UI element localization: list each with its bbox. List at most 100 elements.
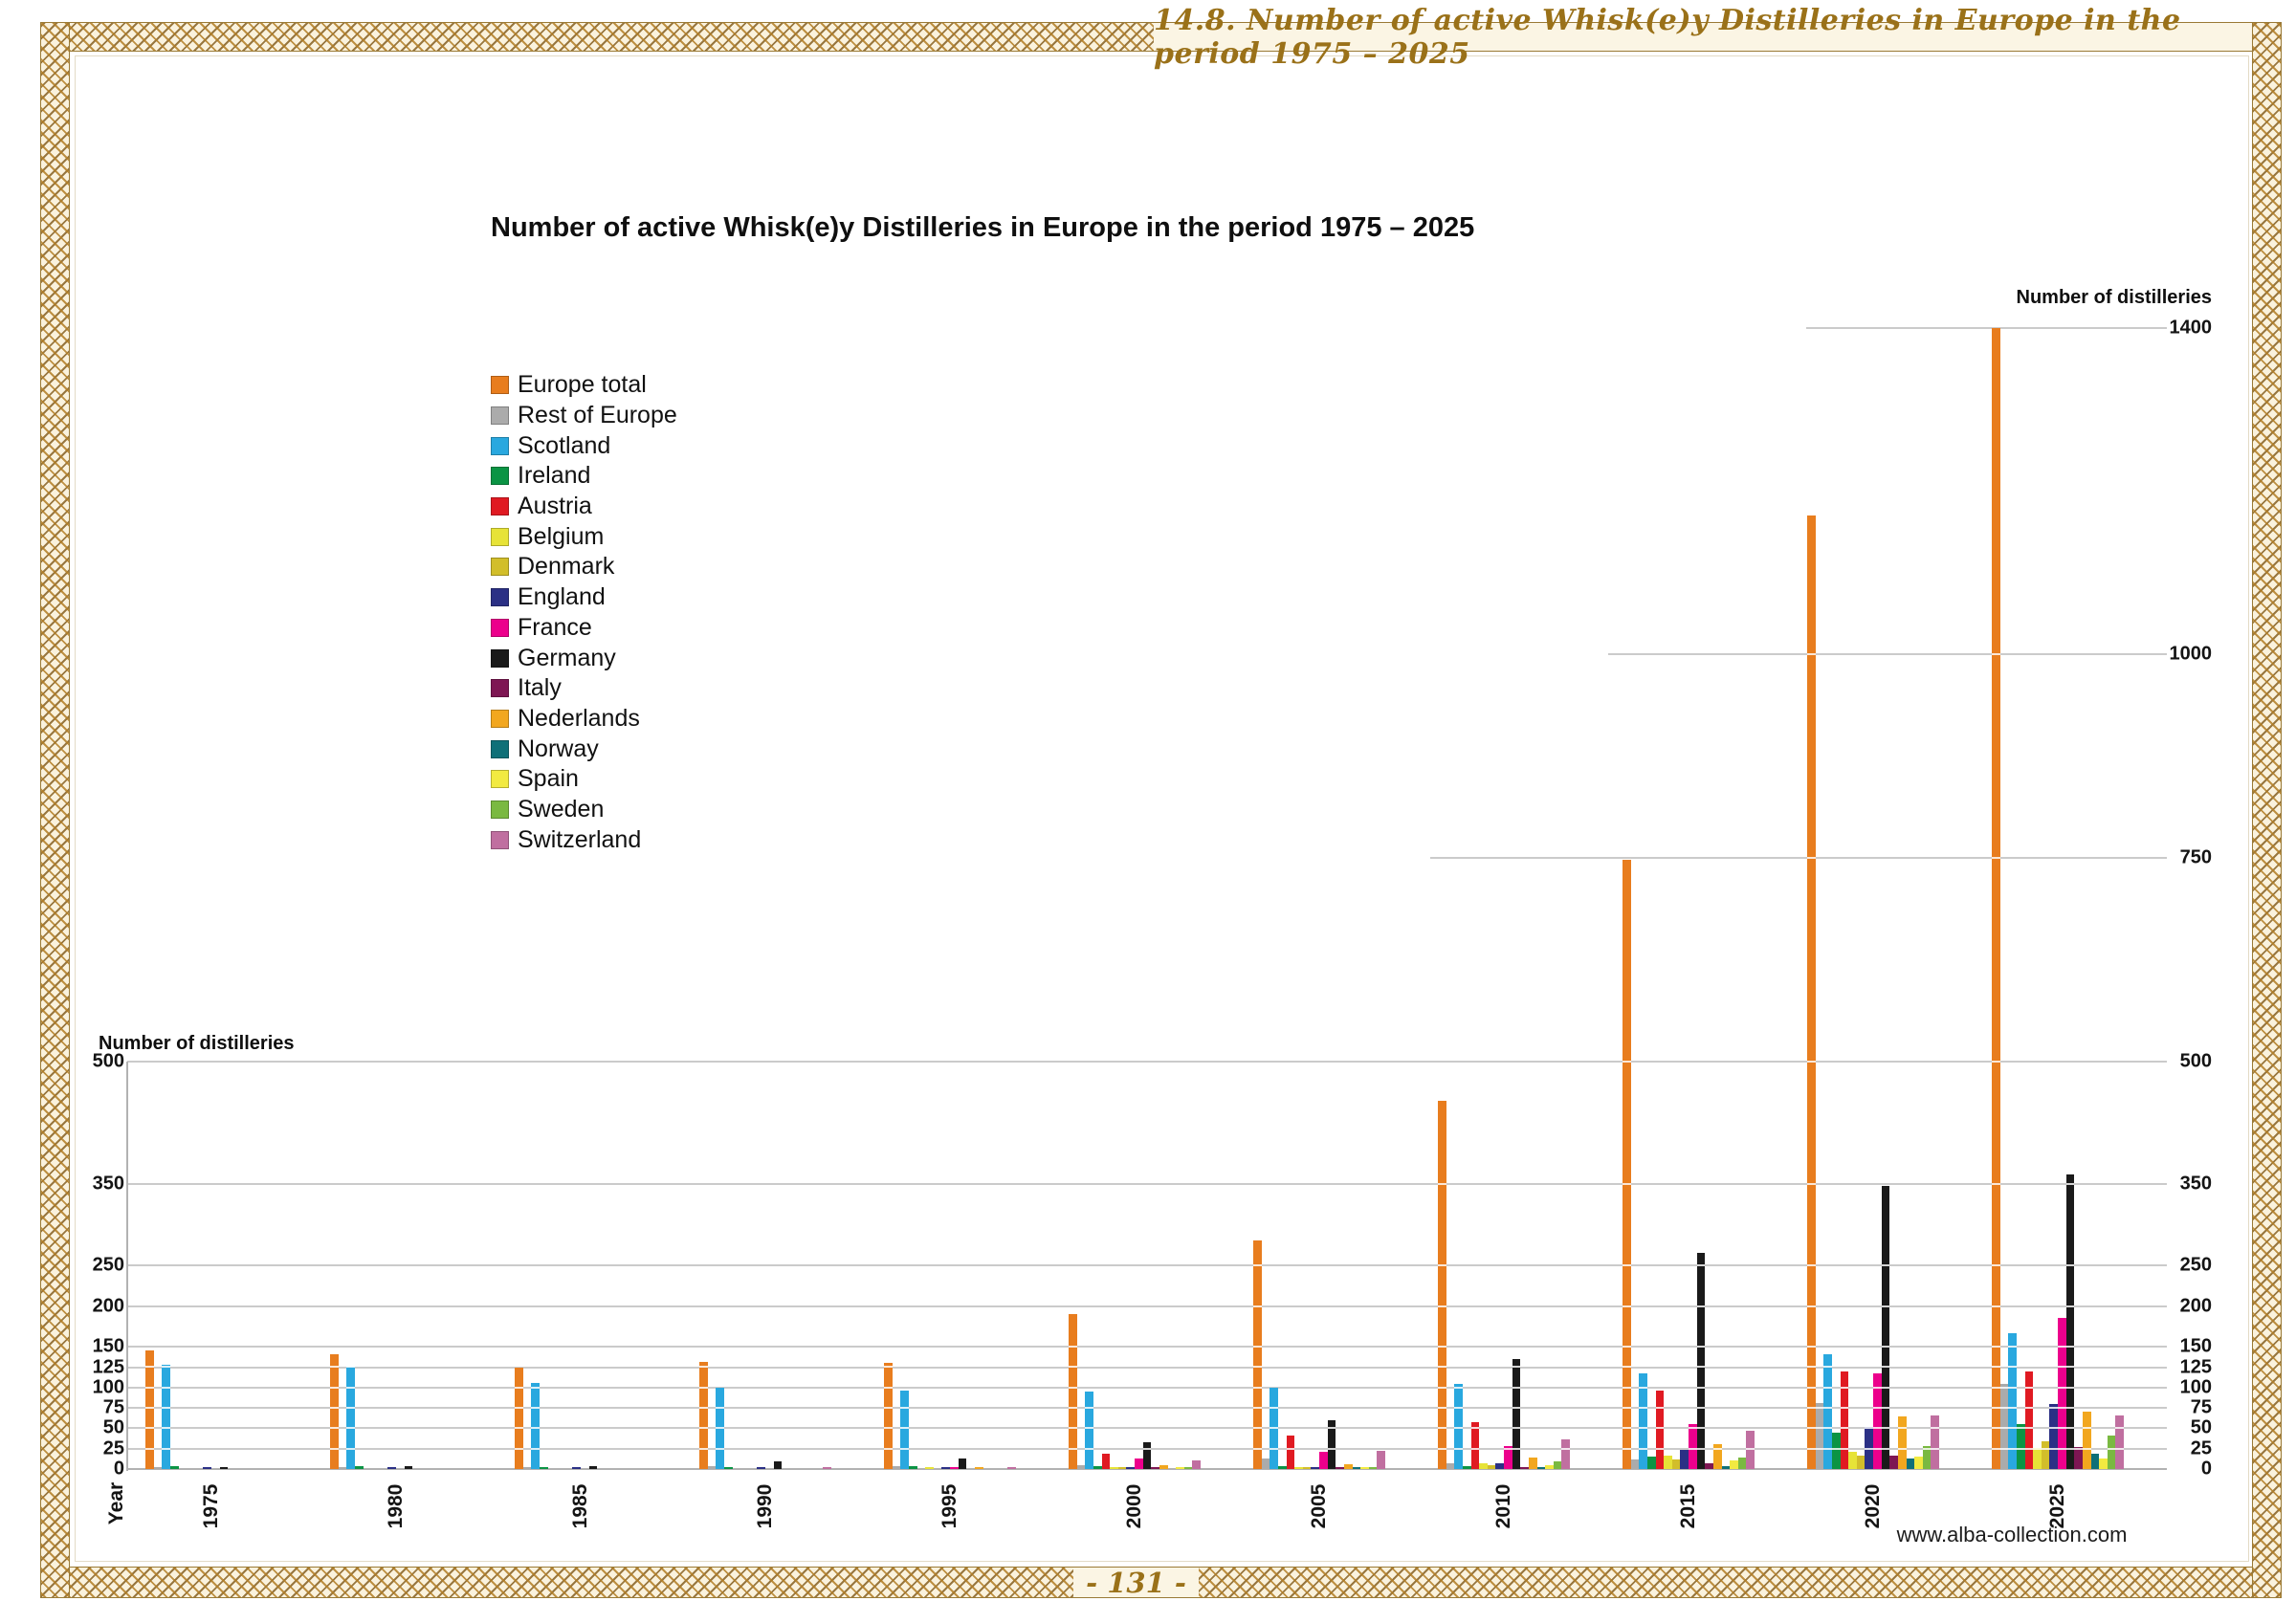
legend-swatch-icon	[491, 710, 509, 728]
bar-gridline-stripe	[2058, 1387, 2066, 1389]
y-label-left-100: 100	[29, 1376, 124, 1398]
border-right-knot-band	[2252, 22, 2282, 1598]
gridline-750	[1430, 857, 2167, 859]
bar-gridline-stripe	[531, 1448, 540, 1450]
bar-belgium-2005	[1294, 1467, 1303, 1469]
bar-gridline-stripe	[2066, 1264, 2075, 1266]
bar-gridline-stripe	[1992, 653, 2000, 655]
legend: Europe totalRest of EuropeScotlandIrelan…	[491, 370, 677, 855]
bar-gridline-stripe	[1746, 1448, 1755, 1450]
legend-swatch-icon	[491, 831, 509, 849]
x-label-1980: 1980	[385, 1439, 408, 1573]
bar-gridline-stripe	[1697, 1366, 1706, 1368]
bar-gridline-stripe	[1656, 1427, 1665, 1429]
bar-gridline-stripe	[1639, 1407, 1647, 1409]
y-label-left-200: 200	[29, 1295, 124, 1317]
bar-gridline-stripe	[716, 1448, 724, 1450]
bar-gridline-stripe	[900, 1448, 909, 1450]
bar-europe-total-1985	[515, 1368, 523, 1469]
bar-gridline-stripe	[1807, 1061, 1816, 1063]
bar-gridline-stripe	[1069, 1448, 1077, 1450]
bar-rest-of-europe-2010	[1446, 1463, 1455, 1469]
bar-gridline-stripe	[1873, 1407, 1882, 1409]
bar-gridline-stripe	[1471, 1427, 1480, 1429]
bar-gridline-stripe	[2017, 1448, 2025, 1450]
legend-label: France	[518, 616, 592, 640]
bar-scotland-2025	[2008, 1333, 2017, 1469]
bar-austria-2015	[1656, 1391, 1665, 1469]
bar-gridline-stripe	[531, 1407, 540, 1409]
bar-gridline-stripe	[515, 1448, 523, 1450]
bar-gridline-stripe	[1823, 1387, 1832, 1389]
bar-gridline-stripe	[2008, 1407, 2017, 1409]
bar-gridline-stripe	[330, 1448, 339, 1450]
gridline-350	[127, 1183, 2167, 1185]
bar-gridline-stripe	[1882, 1407, 1890, 1409]
bar-gridline-stripe	[1253, 1387, 1262, 1389]
legend-label: Europe total	[518, 373, 647, 397]
y-label-left-500: 500	[29, 1051, 124, 1073]
y-label-right-75: 75	[2116, 1397, 2212, 1419]
bar-gridline-stripe	[1992, 1427, 2000, 1429]
bar-gridline-stripe	[2025, 1387, 2034, 1389]
bar-gridline-stripe	[531, 1427, 540, 1429]
bar-gridline-stripe	[2058, 1366, 2066, 1368]
bar-gridline-stripe	[1931, 1427, 1939, 1429]
bar-gridline-stripe	[2066, 1427, 2075, 1429]
bar-gridline-stripe	[900, 1407, 909, 1409]
bar-gridline-stripe	[1623, 1407, 1631, 1409]
left-axis-line	[126, 1062, 128, 1471]
bar-gridline-stripe	[1807, 1346, 1816, 1348]
gridline-50	[127, 1427, 2167, 1429]
legend-label: England	[518, 585, 606, 609]
bar-gridline-stripe	[1841, 1448, 1849, 1450]
bar-gridline-stripe	[1823, 1407, 1832, 1409]
bar-gridline-stripe	[330, 1427, 339, 1429]
bar-gridline-stripe	[1623, 1448, 1631, 1450]
bar-gridline-stripe	[1992, 1061, 2000, 1063]
legend-label: Denmark	[518, 555, 614, 579]
bar-gridline-stripe	[1623, 1061, 1631, 1063]
bar-gridline-stripe	[1697, 1305, 1706, 1307]
bar-gridline-stripe	[1438, 1366, 1446, 1368]
bar-gridline-stripe	[1253, 1448, 1262, 1450]
bar-gridline-stripe	[2074, 1448, 2083, 1450]
bar-nederlands-1995	[975, 1467, 983, 1469]
bar-belgium-2010	[1479, 1463, 1488, 1469]
bar-gridline-stripe	[1882, 1264, 1890, 1266]
bar-europe-total-1990	[699, 1362, 708, 1469]
bar-nederlands-2000	[1159, 1465, 1168, 1469]
bar-gridline-stripe	[1438, 1448, 1446, 1450]
bar-scotland-1985	[531, 1383, 540, 1469]
x-label-1985: 1985	[569, 1439, 592, 1573]
bar-scotland-1990	[716, 1388, 724, 1469]
left-axis-title: Number of distilleries	[99, 1033, 295, 1055]
bar-gridline-stripe	[900, 1427, 909, 1429]
legend-item-austria: Austria	[491, 492, 677, 522]
bar-switzerland-1995	[1007, 1467, 1016, 1469]
bar-belgium-2000	[1110, 1467, 1118, 1469]
bar-gridline-stripe	[1697, 1346, 1706, 1348]
bar-gridline-stripe	[1697, 1387, 1706, 1389]
bar-gridline-stripe	[1923, 1448, 1932, 1450]
y-label-left-75: 75	[29, 1397, 124, 1419]
inner-frame-hairline	[75, 55, 2249, 1562]
bar-gridline-stripe	[162, 1387, 170, 1389]
bar-gridline-stripe	[1639, 1387, 1647, 1389]
bar-gridline-stripe	[2000, 1407, 2009, 1409]
bar-gridline-stripe	[1069, 1387, 1077, 1389]
bar-gridline-stripe	[2049, 1427, 2058, 1429]
bar-gridline-stripe	[346, 1387, 355, 1389]
bar-gridline-stripe	[1807, 1366, 1816, 1368]
bar-ireland-1980	[355, 1466, 364, 1469]
bar-gridline-stripe	[1992, 1305, 2000, 1307]
bar-gridline-stripe	[1807, 1387, 1816, 1389]
y-label-right-1000: 1000	[2116, 644, 2212, 666]
bar-italy-2005	[1336, 1467, 1344, 1469]
gridline-75	[127, 1407, 2167, 1409]
x-label-2025: 2025	[2046, 1439, 2069, 1573]
bar-switzerland-2020	[1931, 1415, 1939, 1469]
gridline-150	[127, 1346, 2167, 1348]
bar-gridline-stripe	[1512, 1366, 1521, 1368]
gridline-500	[127, 1061, 2167, 1063]
